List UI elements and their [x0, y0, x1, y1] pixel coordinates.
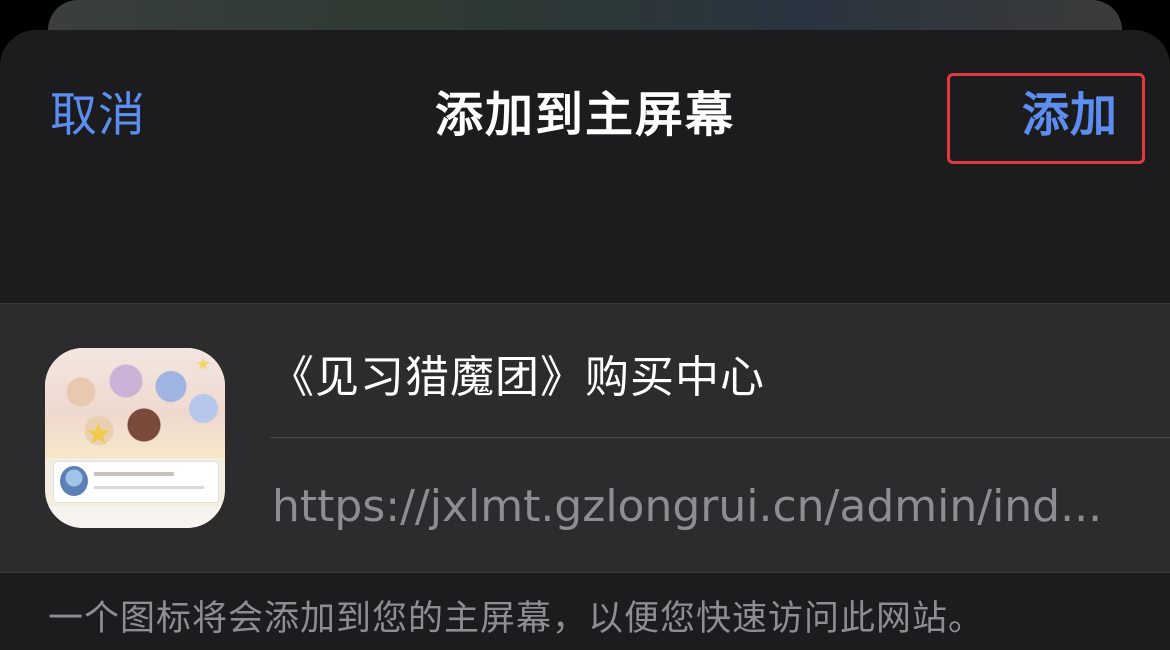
- screen: 取消 添加到主屏幕 添加 ★ ★ 《见习猎魔团》购买中心 https://jxl…: [0, 0, 1170, 650]
- icon-text-line: [94, 486, 204, 489]
- bookmark-url: https://jxlmt.gzlongrui.cn/admin/ind...: [272, 481, 1103, 532]
- star-icon: ★: [195, 354, 212, 375]
- app-icon: ★ ★: [45, 348, 225, 528]
- add-button[interactable]: 添加: [1022, 88, 1118, 144]
- star-icon: ★: [85, 417, 112, 452]
- footer-note: 一个图标将会添加到您的主屏幕，以便您快速访问此网站。: [48, 599, 985, 639]
- sheet-nav-bar: 取消 添加到主屏幕 添加: [0, 30, 1170, 200]
- bookmark-name-field[interactable]: 《见习猎魔团》购买中心: [270, 348, 1130, 408]
- field-separator: [270, 437, 1170, 438]
- avatar: [60, 466, 88, 496]
- icon-footer-strip: [45, 506, 225, 528]
- sheet-title: 添加到主屏幕: [434, 87, 735, 143]
- icon-profile-card: [53, 461, 219, 503]
- bookmark-form-group: ★ ★ 《见习猎魔团》购买中心 https://jxlmt.gzlongrui.…: [0, 303, 1170, 573]
- icon-text-line: [94, 472, 174, 476]
